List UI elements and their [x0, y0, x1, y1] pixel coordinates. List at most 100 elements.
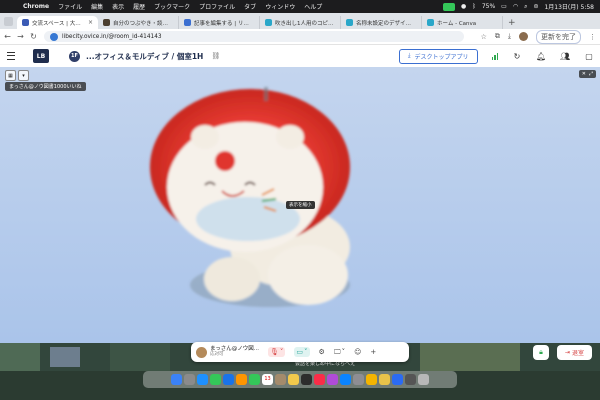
tab-1[interactable]: 自分のつぶやき・談笑 | リベシ [98, 16, 179, 29]
menu-bookmarks[interactable]: ブックマーク [154, 2, 190, 11]
mic-off-icon: 🎙︎ [270, 348, 279, 356]
menu-file[interactable]: ファイル [58, 2, 82, 11]
photos-icon[interactable] [236, 374, 247, 385]
menu-view[interactable]: 表示 [112, 2, 124, 11]
messages-icon[interactable] [210, 374, 221, 385]
macos-dock: 13 [143, 371, 457, 388]
favicon-icon [184, 19, 191, 26]
new-tab-icon[interactable]: + [503, 16, 521, 29]
app-logo[interactable]: LB [33, 49, 49, 63]
extensions-icon[interactable]: ⧉ [495, 32, 500, 41]
chrome-icon[interactable] [366, 374, 377, 385]
app-store-icon[interactable] [340, 374, 351, 385]
bluetooth-icon[interactable]: ᛒ [472, 3, 476, 10]
lock-button[interactable]: 🔒︎ [533, 345, 549, 360]
profile-avatar-icon[interactable] [519, 32, 528, 41]
chevron-down-icon[interactable]: ˅ [304, 348, 308, 356]
camera-toggle-button[interactable]: ▭ ˅ [294, 347, 310, 357]
tab-3[interactable]: 吹き出し1人用のコピー - 600 × [260, 16, 341, 29]
menubar-app-name[interactable]: Chrome [23, 3, 49, 10]
downloads-folder-icon[interactable] [405, 374, 416, 385]
menubar-status-area: ● ᛒ 75% ▭ ◠ ⌕ ⊜ 1月13日(月) 5:58 [442, 2, 594, 11]
desktop-app-button[interactable]: ⤓ デスクトップアプリ [398, 48, 478, 64]
status-icon-a[interactable]: ● [461, 3, 466, 10]
desktop-app-label: デスクトップアプリ [414, 53, 469, 61]
tab-5[interactable]: ホーム - Canva [422, 16, 503, 29]
safari-icon[interactable] [197, 374, 208, 385]
link-icon[interactable]: ⛓ [211, 52, 220, 60]
menu-tab[interactable]: タブ [244, 2, 256, 11]
notes-icon[interactable] [288, 374, 299, 385]
bookmark-star-icon[interactable]: ☆ [481, 33, 487, 41]
calendar-icon[interactable]: 13 [262, 374, 273, 385]
avatar [196, 346, 207, 358]
video-stage[interactable]: ▦ ▾ まっさん@ノウ図書1000いいね ✕ ⤢ 表示を縮小 [0, 67, 600, 343]
reaction-button[interactable]: ☺ [354, 348, 361, 356]
lock-icon: 🔒︎ [539, 348, 543, 356]
battery-icon[interactable]: ▭ [501, 3, 507, 10]
back-icon[interactable]: ← [2, 32, 13, 41]
browser-tab-strip: 交流スペース | 大阪オフィ × 自分のつぶやき・談笑 | リベシ 記事を編集す… [0, 13, 600, 29]
trash-icon[interactable] [418, 374, 429, 385]
mail-icon[interactable] [223, 374, 234, 385]
tab-2[interactable]: 記事を編集する | リベシティ [179, 16, 260, 29]
tab-strip-controls [0, 13, 17, 29]
screen-share-button[interactable]: 🖵︎ ˅ [334, 348, 345, 357]
refresh-icon[interactable]: ↻ [512, 52, 522, 61]
address-bar[interactable]: libecity.ovice.in/@room_id-414143 [44, 31, 464, 42]
settings-button[interactable]: ⚙ [319, 348, 325, 356]
control-center-icon[interactable]: ⊜ [533, 3, 538, 10]
menu-edit[interactable]: 編集 [91, 2, 103, 11]
site-info-icon[interactable] [50, 32, 58, 41]
launchpad-icon[interactable] [184, 374, 195, 385]
menu-history[interactable]: 履歴 [133, 2, 145, 11]
tab-label: 吹き出し1人用のコピー - 600 × [275, 20, 335, 27]
add-button[interactable]: + [370, 348, 376, 356]
reload-icon[interactable]: ↻ [28, 32, 39, 41]
menu-help[interactable]: ヘルプ [304, 2, 322, 11]
search-icon[interactable]: ⌕ [524, 3, 527, 11]
signal-strength-icon[interactable] [491, 52, 498, 60]
close-icon[interactable]: × [88, 19, 93, 26]
room-title: ...オフィス＆モルディブ / 個室1H [86, 51, 204, 61]
bell-icon[interactable]: 🔔︎ [536, 52, 546, 61]
tab-label: 自分のつぶやき・談笑 | リベシ [113, 20, 173, 27]
forward-icon[interactable]: → [15, 32, 26, 41]
map-room [0, 343, 40, 371]
tab-search-icon[interactable] [4, 16, 13, 26]
chat-icon[interactable]: ▢ [584, 52, 594, 61]
download-icon: ⤓ [407, 52, 411, 59]
system-settings-icon[interactable] [353, 374, 364, 385]
app-icon[interactable] [379, 374, 390, 385]
kebab-menu-icon[interactable]: ⋮ [589, 33, 596, 41]
music-icon[interactable] [314, 374, 325, 385]
contacts-icon[interactable] [275, 374, 286, 385]
tab-4[interactable]: 名称未設定のデザイン - 600 × [341, 16, 422, 29]
tab-label: ホーム - Canva [437, 20, 477, 27]
control-bar: まっさん@ノウ図... 応対可 🎙︎ ˅ ▭ ˅ ⚙ 🖵︎ ˅ ☺ + [191, 342, 409, 362]
tab-label: 交流スペース | 大阪オフィ [32, 20, 85, 27]
zoom-icon[interactable] [392, 374, 403, 385]
podcasts-icon[interactable] [327, 374, 338, 385]
update-button[interactable]: 更新を完了 [536, 29, 581, 44]
macos-menubar: Chrome ファイル 編集 表示 履歴 ブックマーク プロファイル タブ ウィ… [0, 0, 600, 13]
map-room [50, 347, 80, 367]
wifi-icon[interactable]: ◠ [513, 3, 518, 10]
downloads-icon[interactable]: ⤓ [508, 32, 511, 41]
finder-icon[interactable] [171, 374, 182, 385]
floor-badge[interactable]: 1F [69, 50, 80, 62]
chevron-down-icon[interactable]: ˅ [342, 348, 346, 356]
mic-toggle-button[interactable]: 🎙︎ ˅ [268, 347, 286, 357]
my-profile[interactable]: まっさん@ノウ図... 応対可 [196, 346, 259, 358]
facetime-icon[interactable] [249, 374, 260, 385]
tv-icon[interactable] [301, 374, 312, 385]
chevron-down-icon[interactable]: ˅ [280, 348, 284, 356]
tab-0[interactable]: 交流スペース | 大阪オフィ × [17, 16, 98, 29]
hamburger-menu-icon[interactable] [7, 52, 15, 60]
menu-profiles[interactable]: プロファイル [199, 2, 235, 11]
video-call-icon[interactable] [442, 2, 455, 11]
menu-window[interactable]: ウィンドウ [265, 2, 295, 11]
exit-button[interactable]: ⇥ 退室 [557, 345, 592, 360]
members-icon[interactable]: 👥︎ [560, 52, 570, 61]
clock[interactable]: 1月13日(月) 5:58 [544, 2, 594, 11]
